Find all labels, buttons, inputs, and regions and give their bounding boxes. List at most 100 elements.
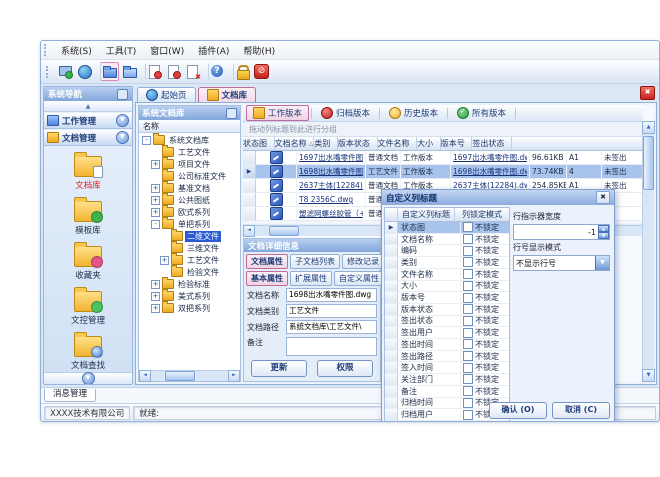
dialog-column-row[interactable]: ▶ 签出路径 不锁定 [385,351,509,363]
tree-node[interactable]: 三维文件 [139,242,240,254]
column-header[interactable]: 类别 △ [314,137,338,150]
dialog-column-row[interactable]: ▶ 版本状态 不锁定 [385,304,509,316]
lock-checkbox[interactable] [463,398,473,408]
menu-item[interactable]: 系统(S) [54,42,99,59]
tree-expander-icon[interactable]: + [151,184,160,193]
spin-up-icon[interactable]: ▲ [598,225,609,232]
dialog-column-row[interactable]: ▶ 文档名称 不锁定 [385,234,509,246]
details-subtab[interactable]: 扩展属性 [290,271,332,286]
column-header[interactable]: 文档名称 △ [275,137,315,150]
tree-node[interactable]: + 欧式系列 [139,206,240,218]
menu-item[interactable]: 插件(A) [191,42,236,59]
tree-column-header[interactable]: 名称 [139,120,240,133]
chevron-toggle-icon[interactable]: ▼ [116,114,129,127]
scroll-left-icon[interactable]: ◄ [139,370,151,382]
document-name-link[interactable]: 1697出水嘴零件图.dwg [299,152,363,163]
lock-mode-cell[interactable]: 不锁定 [461,304,509,315]
dialog-column-row[interactable]: ▶ 状态图 不锁定 [385,222,509,234]
lock-checkbox[interactable] [463,363,473,373]
scroll-up-icon[interactable]: ▲ [642,121,655,134]
tree-node[interactable]: - 单把系列 [139,218,240,230]
dialog-column-row[interactable]: ▶ 签出用户 不锁定 [385,327,509,339]
lock-checkbox[interactable] [463,222,473,232]
tree-node[interactable]: 检验文件 [139,266,240,278]
lock-checkbox[interactable] [463,410,473,420]
menu-item[interactable]: 窗口(W) [143,42,191,59]
dialog-column-row[interactable]: ▶ 类别 不锁定 [385,257,509,269]
scroll-right-icon[interactable]: ► [228,370,240,382]
column-title-header[interactable]: 自定义列标题 [398,208,455,221]
dialog-column-row[interactable]: ▶ 关注部门 不锁定 [385,374,509,386]
spinner-value[interactable]: -1 [514,228,598,237]
tree-expander-icon[interactable]: + [160,256,169,265]
close-icon[interactable]: ✖ [596,191,610,204]
tree-node[interactable]: + 美式系列 [139,290,240,302]
dialog-column-row[interactable]: ▶ 大小 不锁定 [385,281,509,293]
lock-checkbox[interactable] [463,281,473,291]
lock-mode-cell[interactable]: 不锁定 [461,327,509,338]
field-value-input[interactable]: 系统文档库\工艺文件\ [286,320,377,334]
scrollbar-thumb[interactable] [643,136,654,190]
tree-expander-icon[interactable]: + [151,160,160,169]
tree-expander-icon[interactable]: + [151,292,160,301]
scroll-left-icon[interactable]: ◄ [243,225,255,237]
lock-mode-cell[interactable]: 不锁定 [461,269,509,280]
sidebar-item[interactable]: 文档库 [44,150,132,193]
lock-mode-cell[interactable]: 不锁定 [461,281,509,292]
tree-node[interactable]: + 公共图纸 [139,194,240,206]
group-by-bar[interactable]: 拖动列标题到此进行分组 [243,122,643,137]
lock-mode-cell[interactable]: 不锁定 [461,386,509,397]
lock-checkbox[interactable] [463,374,473,384]
toolbar-button[interactable] [208,63,226,80]
lock-mode-cell[interactable]: 不锁定 [461,351,509,362]
lock-checkbox[interactable] [463,304,473,314]
lock-checkbox[interactable] [463,386,473,396]
dialog-title-bar[interactable]: 自定义列标题 ✖ [382,190,614,205]
tree-expander-icon[interactable]: + [151,280,160,289]
tree-expander-icon[interactable]: + [151,208,160,217]
sidebar-panel-bar[interactable]: 文档管理 ▼ [44,129,132,146]
table-row[interactable]: ▶ 1697出水嘴零件图.dwg 普通文档 工作版本 1697出水嘴零件图.dw… [243,151,643,165]
toolbar-button[interactable] [184,63,201,80]
sidebar-collapse-strip[interactable]: ▲ [44,101,132,112]
dialog-column-row[interactable]: ▶ 文件名称 不锁定 [385,269,509,281]
toolbar-button[interactable] [233,63,251,80]
file-name-link[interactable]: 1697出水嘴零件图.dwg [453,152,527,163]
lock-mode-cell[interactable]: 不锁定 [461,234,509,245]
lock-checkbox[interactable] [463,293,473,303]
sidebar-item[interactable]: 文控管理 [44,285,132,328]
table-row[interactable]: ▶ 1698出水嘴零件图.dwg 工艺文件 工作版本 1698出水嘴零件图.dw… [243,165,643,179]
lock-mode-header[interactable]: 列锁定模式 [455,208,509,221]
field-value-input[interactable]: 1698出水嘴零件图.dwg [286,288,377,302]
details-tab[interactable]: 修改记录 [342,254,384,269]
sidebar-bottom-strip[interactable]: ▼ [44,372,132,384]
field-value-input[interactable]: 工艺文件 [286,304,377,318]
close-icon[interactable]: ✖ [640,86,655,100]
sidebar-item[interactable]: 文档查找 [44,330,132,372]
details-tab[interactable]: 子文档列表 [290,254,340,269]
lock-checkbox[interactable] [463,351,473,361]
version-filter-button[interactable]: 归档版本 [314,105,377,121]
toolbar-button[interactable] [145,63,163,80]
tree-node[interactable]: 公司标准文件 [139,170,240,182]
pin-panel-icon[interactable] [226,108,237,119]
tree-expander-icon[interactable]: + [151,196,160,205]
details-action-button[interactable]: 更新 [251,360,307,377]
lock-mode-cell[interactable]: 不锁定 [461,292,509,303]
lock-mode-cell[interactable]: 不锁定 [461,245,509,256]
chevron-down-icon[interactable]: ▼ [82,372,95,385]
toolbar-button[interactable] [57,63,74,80]
sidebar-panel-bar[interactable]: 工作管理 ▼ [44,112,132,129]
row-indicator-width-input[interactable]: -1 ▲▼ [513,224,610,240]
version-filter-button[interactable]: 所有版本 [450,105,513,121]
lock-mode-cell[interactable]: 不锁定 [461,374,509,385]
cancel-button[interactable]: 取消 (C) [552,402,610,419]
row-number-mode-select[interactable]: 不显示行号 ▼ [513,255,610,271]
tree-node[interactable]: + 工艺文件 [139,254,240,266]
pin-panel-icon[interactable] [117,89,128,100]
tree-expander-icon[interactable]: - [151,220,160,229]
note-textarea[interactable] [286,337,377,356]
document-name-link[interactable]: 塑滤网螺丝胶管（+... [299,208,363,219]
lock-mode-cell[interactable]: 不锁定 [461,316,509,327]
document-name-link[interactable]: T8 2356C.dwg [299,195,353,204]
